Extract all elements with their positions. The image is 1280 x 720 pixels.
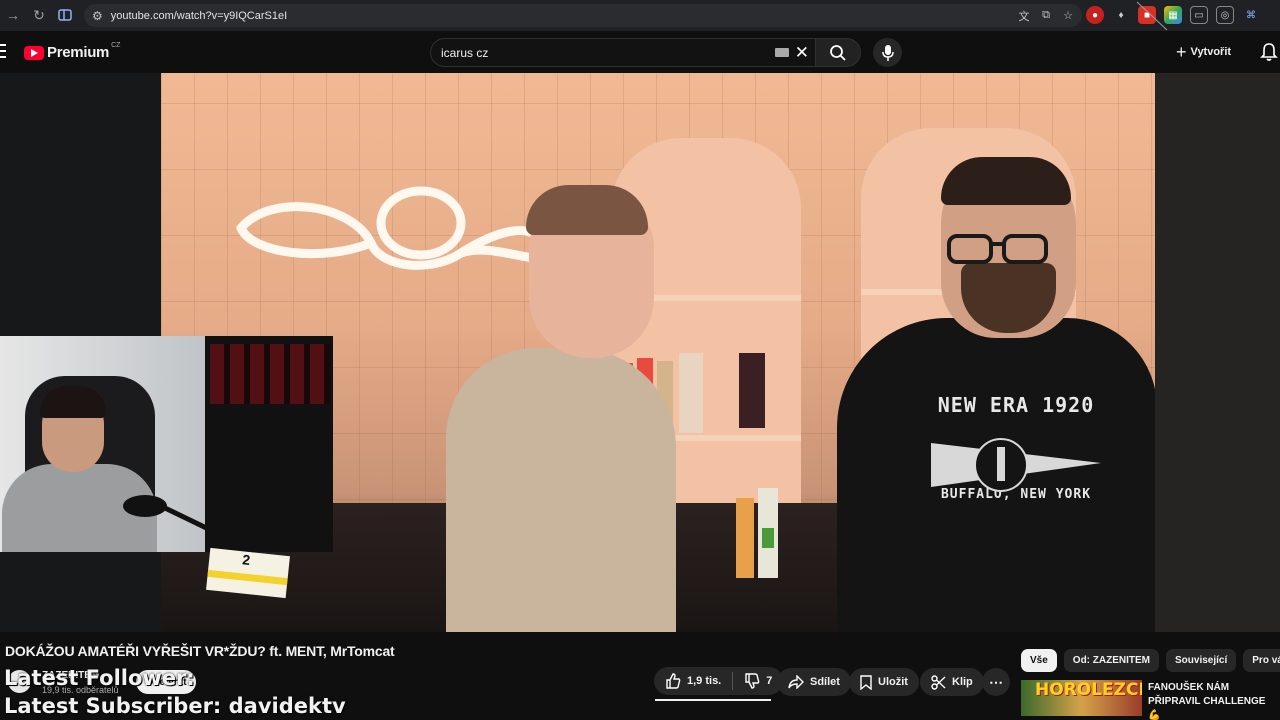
recommended-video-thumbnail[interactable]: HOROLEZCI bbox=[1021, 680, 1142, 716]
save-label: Uložit bbox=[878, 676, 908, 688]
notifications-bell-icon[interactable] bbox=[1260, 42, 1278, 62]
sticky-note-tape bbox=[207, 569, 288, 586]
plus-icon: + bbox=[1176, 41, 1187, 62]
person-left-hair bbox=[526, 185, 648, 235]
thumbnail-text: HOROLEZCI bbox=[1035, 680, 1142, 700]
extensions-puzzle-icon[interactable]: ⌘ bbox=[1242, 6, 1260, 24]
sidebar-toggle-icon[interactable] bbox=[54, 4, 76, 26]
chip-from-channel[interactable]: Od: ZAZENITEM bbox=[1063, 649, 1160, 672]
microphone-icon bbox=[881, 44, 894, 61]
neon-lamp bbox=[236, 186, 551, 270]
search-box: ✕ bbox=[430, 38, 816, 67]
related-filter-chips: Vše Od: ZAZENITEM Související Pro vás bbox=[1021, 649, 1280, 672]
youtube-logo[interactable]: Premium CZ bbox=[24, 42, 121, 61]
dish-soap-bottles bbox=[736, 488, 778, 578]
install-app-icon[interactable]: ⧉ bbox=[1038, 8, 1054, 24]
clip-action: Klip bbox=[920, 668, 984, 696]
forward-icon[interactable]: → bbox=[2, 4, 24, 26]
screen: → ↻ ⚙ youtube.com/watch?v=y9IQCarS1eI 文 … bbox=[0, 0, 1280, 720]
chip-all[interactable]: Vše bbox=[1021, 649, 1057, 672]
search-icon bbox=[830, 44, 846, 61]
clip-button[interactable]: Klip bbox=[920, 668, 984, 696]
streamer-webcam bbox=[0, 336, 333, 552]
keyboard-icon[interactable] bbox=[775, 48, 789, 57]
like-count: 1,9 tis. bbox=[687, 675, 722, 687]
more-dots-icon: ⋯ bbox=[989, 673, 1003, 690]
url-text: youtube.com/watch?v=y9IQCarS1eI bbox=[110, 9, 288, 22]
youtube-play-icon bbox=[24, 45, 44, 60]
bookmark-star-icon[interactable]: ☆ bbox=[1060, 8, 1076, 24]
scissors-icon bbox=[931, 674, 946, 690]
thumbs-up-icon bbox=[666, 673, 681, 689]
tshirt-line-1: NEW ERA 1920 bbox=[937, 393, 1095, 417]
share-label: Sdílet bbox=[810, 676, 840, 688]
recommended-video-title[interactable]: FANOUŠEK NÁM PŘIPRAVIL CHALLENGE 💪 bbox=[1148, 681, 1280, 720]
dislike-count: 7 bbox=[766, 675, 773, 687]
share-icon bbox=[788, 675, 804, 689]
more-actions-button[interactable]: ⋯ bbox=[982, 668, 1010, 696]
extension-cast-icon[interactable]: ▭ bbox=[1190, 6, 1208, 24]
reload-icon[interactable]: ↻ bbox=[28, 4, 50, 26]
sticky-note: 2 bbox=[206, 547, 290, 599]
glasses bbox=[947, 234, 1048, 264]
shelf-upper bbox=[636, 295, 801, 301]
save-action: Uložit bbox=[849, 668, 919, 696]
pennant-graphic bbox=[931, 438, 1101, 492]
create-label: Vytvořit bbox=[1190, 46, 1232, 58]
person-right-hair bbox=[941, 157, 1071, 205]
extension-adblock-icon[interactable]: ● bbox=[1086, 6, 1104, 24]
create-button[interactable]: + Vytvořit bbox=[1176, 41, 1231, 63]
clear-search-icon[interactable]: ✕ bbox=[795, 43, 809, 63]
region-code: CZ bbox=[111, 42, 121, 49]
person-left-sweater bbox=[446, 348, 676, 632]
voice-search-button[interactable] bbox=[873, 38, 902, 67]
save-button[interactable]: Uložit bbox=[849, 668, 919, 696]
webcam-led-shelf bbox=[210, 344, 330, 404]
clip-label: Klip bbox=[952, 676, 973, 688]
window-corner-decoration bbox=[1136, 1, 1168, 31]
like-dislike-group: 1,9 tis. 7 bbox=[654, 667, 784, 695]
chip-related[interactable]: Související bbox=[1166, 649, 1237, 672]
translate-icon[interactable]: 文 bbox=[1016, 8, 1032, 24]
video-title: DOKÁŽOU AMATÉŘI VYŘEŠIT VR*ŽDU? ft. MENT… bbox=[5, 643, 395, 659]
hamburger-menu-icon[interactable] bbox=[0, 44, 8, 58]
extension-screenshot-icon[interactable]: ◎ bbox=[1216, 6, 1234, 24]
share-action: Sdílet bbox=[777, 668, 851, 696]
chip-for-you[interactable]: Pro vás bbox=[1243, 649, 1280, 672]
like-button[interactable]: 1,9 tis. bbox=[654, 667, 732, 695]
player-letterbox-right bbox=[1155, 73, 1280, 632]
bookmark-icon bbox=[860, 674, 872, 690]
stream-overlay-follower: Latest Follower: bbox=[4, 666, 195, 690]
share-button[interactable]: Sdílet bbox=[777, 668, 851, 696]
dislike-button[interactable]: 7 bbox=[733, 667, 783, 695]
search-button[interactable] bbox=[815, 38, 861, 67]
brand-text: Premium bbox=[47, 44, 110, 61]
search-input[interactable] bbox=[441, 45, 761, 60]
sticky-note-number: 2 bbox=[241, 551, 251, 569]
stream-overlay-subscriber: Latest Subscriber: davidektv bbox=[4, 694, 346, 718]
youtube-header: Premium CZ ✕ + Vytvořit bbox=[0, 31, 1280, 73]
extension-mic-icon[interactable]: ♦ bbox=[1112, 6, 1130, 24]
like-ratio-bar bbox=[655, 699, 771, 701]
thumbs-down-icon bbox=[745, 673, 760, 689]
address-bar[interactable]: ⚙ youtube.com/watch?v=y9IQCarS1eI 文 ⧉ ☆ bbox=[84, 4, 1082, 27]
microphone-arm bbox=[123, 495, 225, 539]
site-settings-icon[interactable]: ⚙ bbox=[92, 9, 103, 23]
browser-toolbar: → ↻ ⚙ youtube.com/watch?v=y9IQCarS1eI 文 … bbox=[0, 0, 1280, 31]
